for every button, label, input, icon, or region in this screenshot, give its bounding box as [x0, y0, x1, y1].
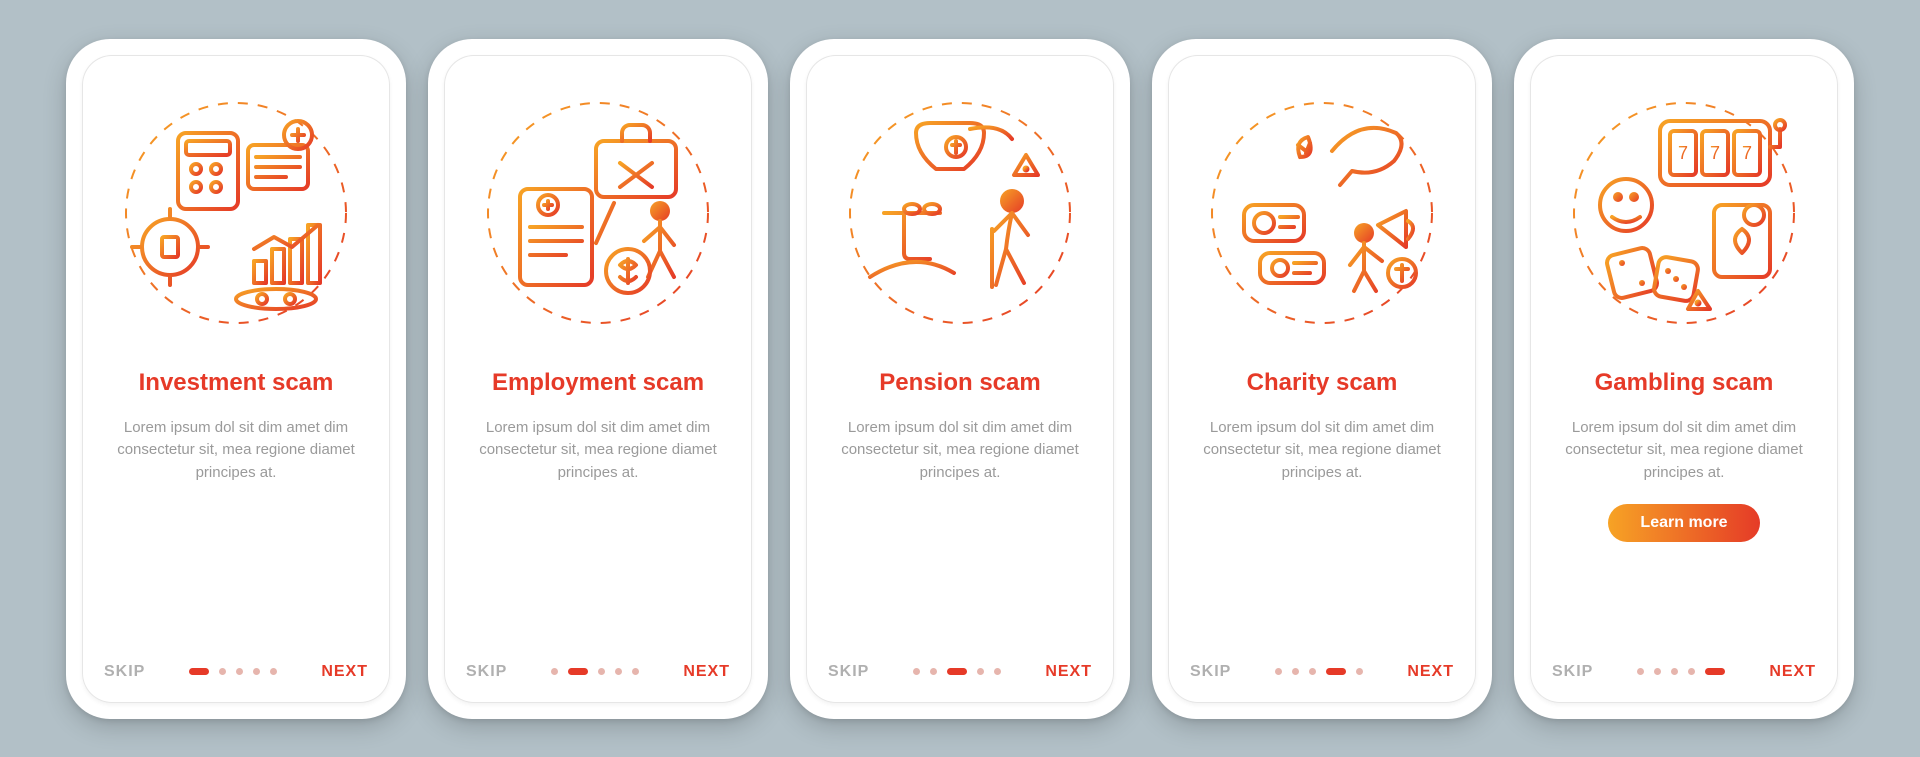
phone-pension: Pension scam Lorem ipsum dol sit dim ame… [790, 39, 1130, 719]
dot-active [947, 668, 967, 675]
phone-employment: Employment scam Lorem ipsum dol sit dim … [428, 39, 768, 719]
svg-text:7: 7 [1678, 143, 1688, 163]
dot-active [1705, 668, 1725, 675]
screen-title: Investment scam [139, 369, 334, 397]
nav-row: SKIP NEXT [1552, 663, 1816, 681]
nav-row: SKIP NEXT [1190, 663, 1454, 681]
dot [253, 668, 260, 675]
screen-description: Lorem ipsum dol sit dim amet dim consect… [104, 417, 368, 485]
phone-investment: Investment scam Lorem ipsum dol sit dim … [66, 39, 406, 719]
gambling-scam-icon: 7 7 7 [1564, 93, 1804, 333]
nav-row: SKIP NEXT [466, 663, 730, 681]
page-indicator [551, 668, 639, 675]
nav-row: SKIP NEXT [828, 663, 1092, 681]
charity-scam-icon [1202, 93, 1442, 333]
dot [977, 668, 984, 675]
pension-scam-icon [840, 93, 1080, 333]
screen-title: Employment scam [492, 369, 704, 397]
page-indicator [1637, 668, 1725, 675]
dot [1292, 668, 1299, 675]
svg-text:7: 7 [1742, 143, 1752, 163]
employment-scam-icon [478, 93, 718, 333]
investment-scam-icon [116, 93, 356, 333]
screen-description: Lorem ipsum dol sit dim amet dim consect… [1552, 417, 1816, 485]
onboarding-phones-row: Investment scam Lorem ipsum dol sit dim … [66, 39, 1854, 719]
dot [913, 668, 920, 675]
dot [632, 668, 639, 675]
phone-charity: Charity scam Lorem ipsum dol sit dim ame… [1152, 39, 1492, 719]
next-button[interactable]: NEXT [683, 663, 730, 681]
dot-active [189, 668, 209, 675]
screen-description: Lorem ipsum dol sit dim amet dim consect… [828, 417, 1092, 485]
phone-screen: Charity scam Lorem ipsum dol sit dim ame… [1168, 55, 1476, 703]
dot-active [1326, 668, 1346, 675]
learn-more-button[interactable]: Learn more [1608, 504, 1759, 542]
dot [1671, 668, 1678, 675]
dot [598, 668, 605, 675]
dot [1356, 668, 1363, 675]
dot-active [568, 668, 588, 675]
nav-row: SKIP NEXT [104, 663, 368, 681]
skip-button[interactable]: SKIP [104, 663, 145, 681]
phone-screen: Pension scam Lorem ipsum dol sit dim ame… [806, 55, 1114, 703]
dot [1637, 668, 1644, 675]
screen-description: Lorem ipsum dol sit dim amet dim consect… [466, 417, 730, 485]
dot [270, 668, 277, 675]
phone-gambling: 7 7 7 [1514, 39, 1854, 719]
screen-title: Pension scam [879, 369, 1040, 397]
svg-text:7: 7 [1710, 143, 1720, 163]
dot [219, 668, 226, 675]
page-indicator [913, 668, 1001, 675]
dot [551, 668, 558, 675]
dot [994, 668, 1001, 675]
skip-button[interactable]: SKIP [1190, 663, 1231, 681]
dot [1275, 668, 1282, 675]
skip-button[interactable]: SKIP [828, 663, 869, 681]
dot [1688, 668, 1695, 675]
phone-screen: Employment scam Lorem ipsum dol sit dim … [444, 55, 752, 703]
next-button[interactable]: NEXT [1769, 663, 1816, 681]
page-indicator [189, 668, 277, 675]
phone-screen: Investment scam Lorem ipsum dol sit dim … [82, 55, 390, 703]
phone-screen: 7 7 7 [1530, 55, 1838, 703]
screen-description: Lorem ipsum dol sit dim amet dim consect… [1190, 417, 1454, 485]
next-button[interactable]: NEXT [1045, 663, 1092, 681]
next-button[interactable]: NEXT [321, 663, 368, 681]
page-indicator [1275, 668, 1363, 675]
dot [615, 668, 622, 675]
dot [930, 668, 937, 675]
next-button[interactable]: NEXT [1407, 663, 1454, 681]
screen-title: Charity scam [1247, 369, 1398, 397]
dot [236, 668, 243, 675]
screen-title: Gambling scam [1595, 369, 1774, 397]
skip-button[interactable]: SKIP [1552, 663, 1593, 681]
dot [1309, 668, 1316, 675]
skip-button[interactable]: SKIP [466, 663, 507, 681]
dot [1654, 668, 1661, 675]
